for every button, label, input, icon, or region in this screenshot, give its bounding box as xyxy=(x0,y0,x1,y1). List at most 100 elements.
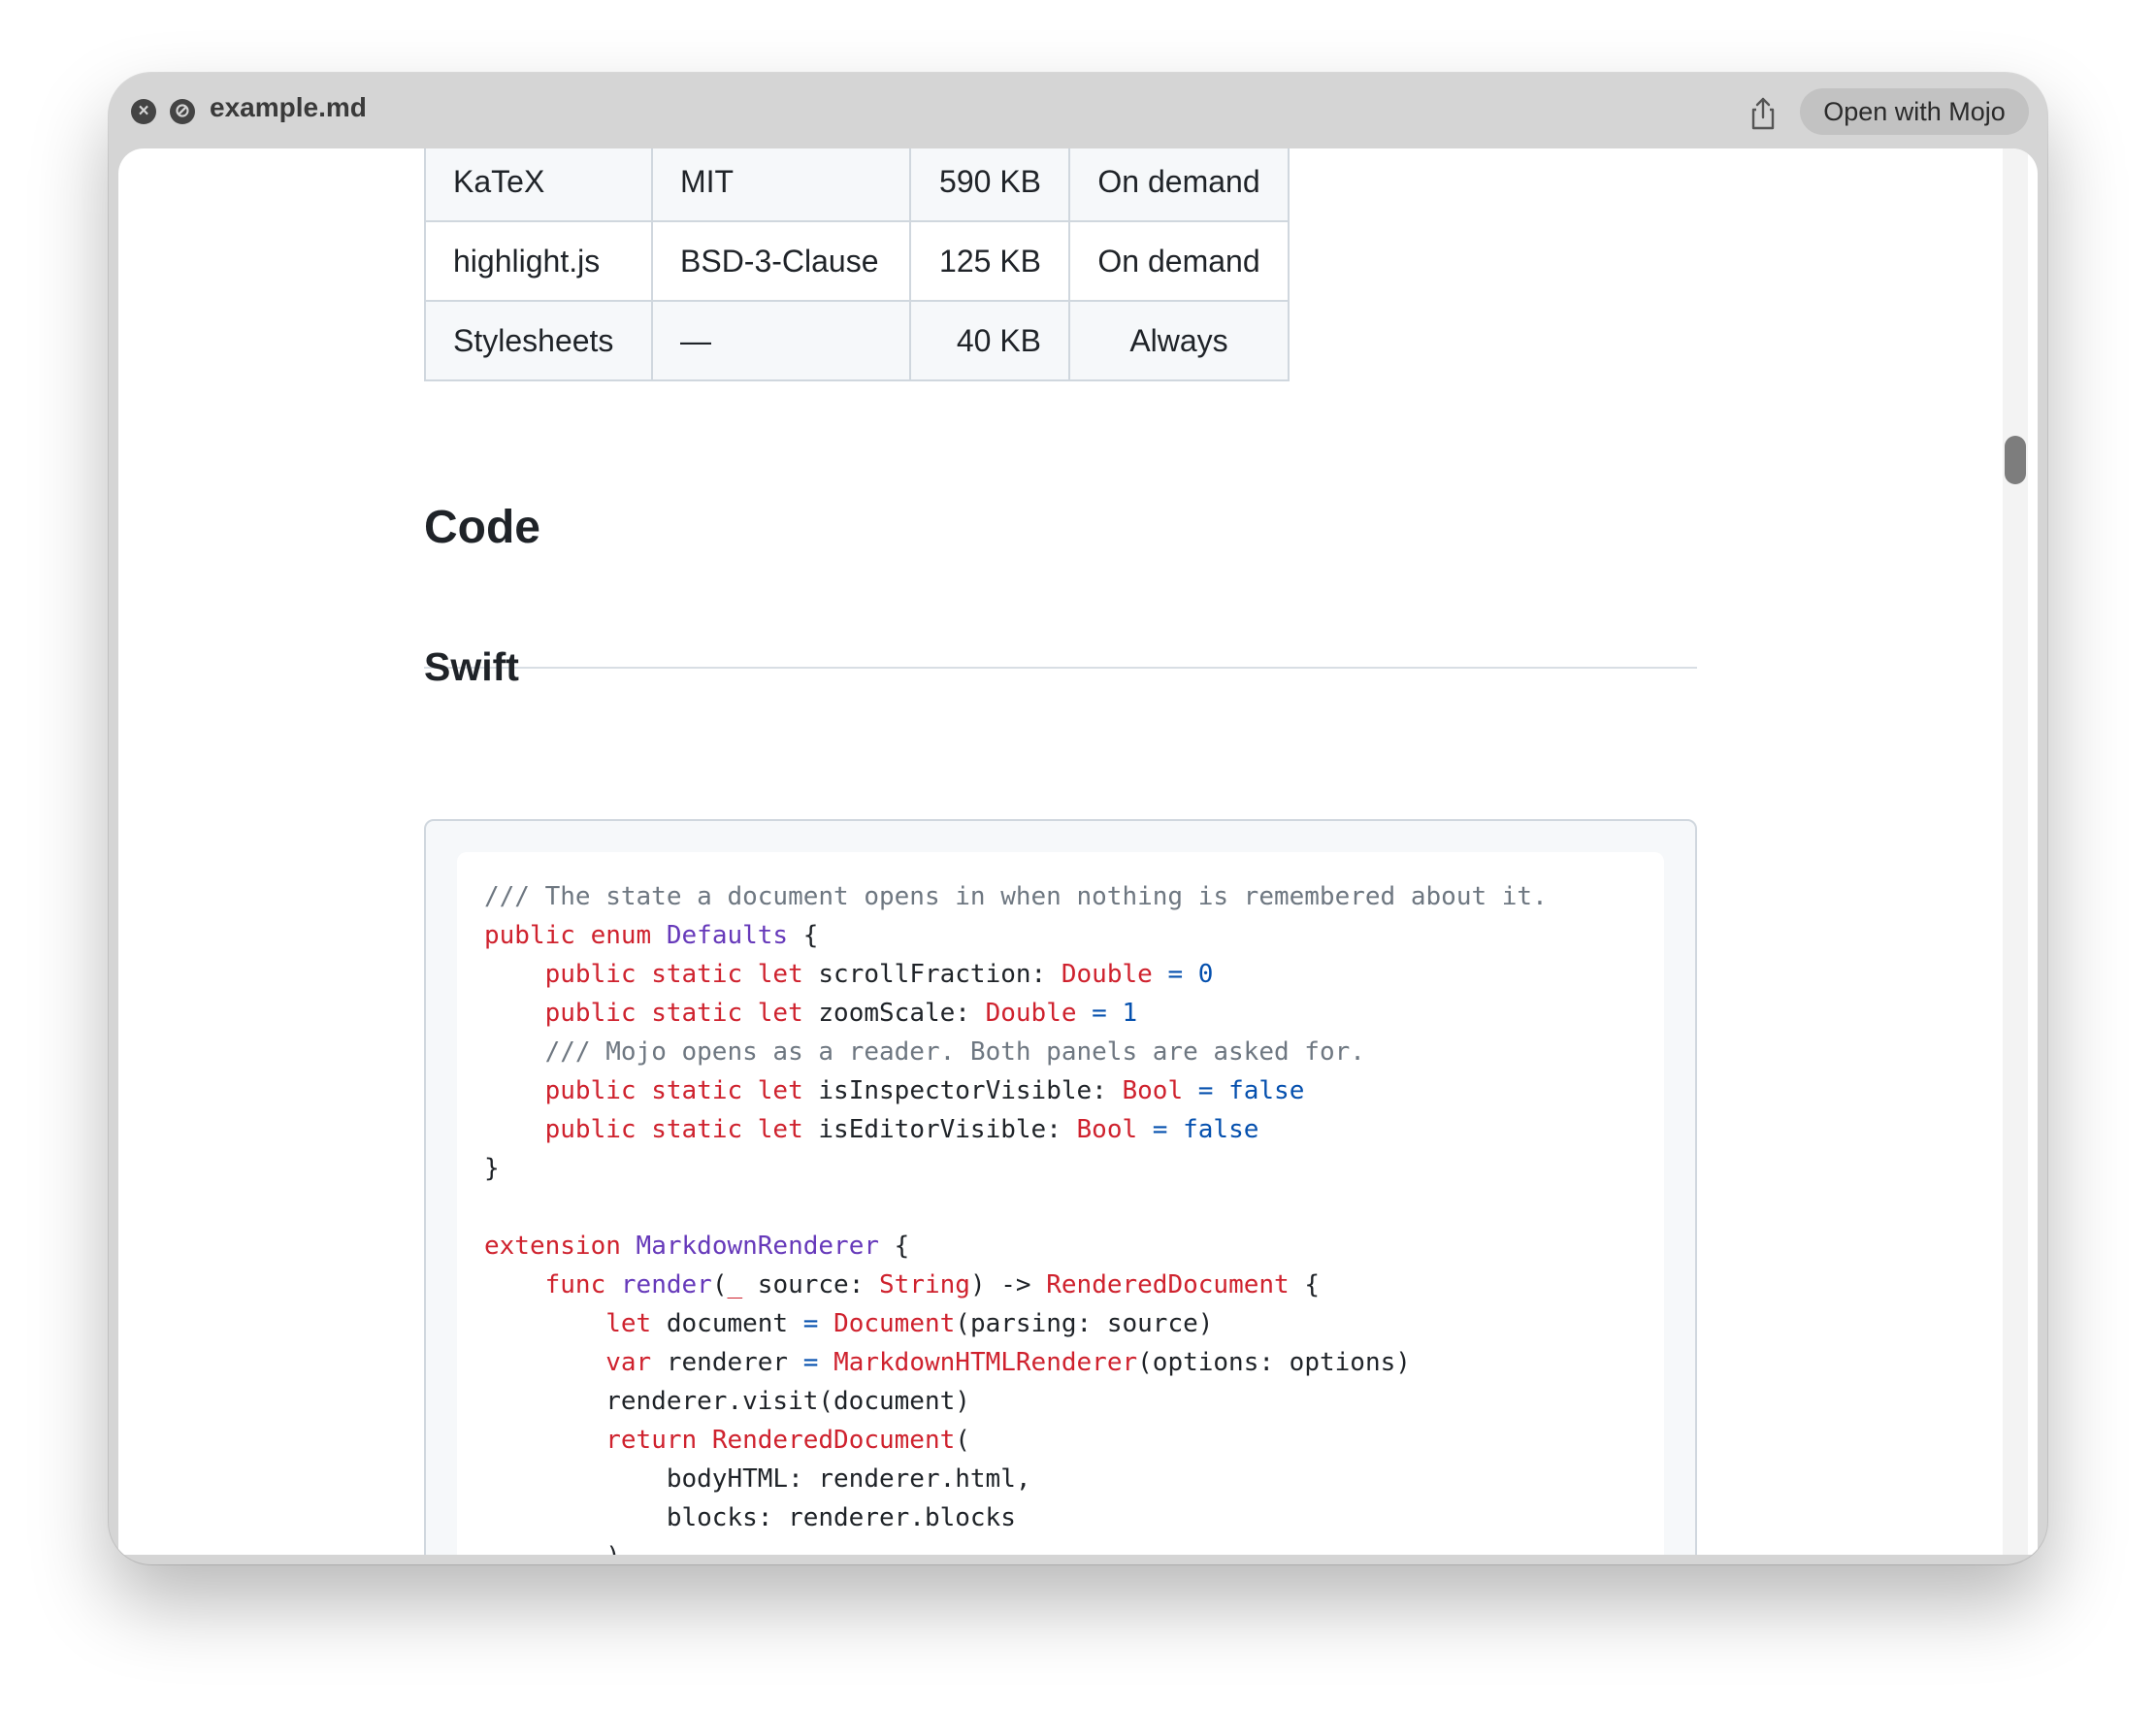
code-token: return xyxy=(605,1426,698,1455)
code-token: ( xyxy=(955,1426,970,1455)
table-cell-license: — xyxy=(651,300,911,381)
no-entry-icon[interactable]: ⊘ xyxy=(170,99,195,124)
code-line: renderer.visit(document) xyxy=(484,1382,1548,1421)
code-token: enum xyxy=(590,921,652,950)
code-token: = xyxy=(1167,960,1184,989)
code-line: public static let zoomScale: Double = 1 xyxy=(484,994,1548,1033)
heading-divider xyxy=(424,667,1697,669)
code-token: let xyxy=(757,999,803,1028)
code-token: let xyxy=(757,1115,803,1144)
share-icon[interactable] xyxy=(1744,94,1782,133)
table-cell-loading: Always xyxy=(1068,300,1290,381)
code-token: public xyxy=(484,921,575,950)
code-token: RenderedDocument xyxy=(711,1426,956,1455)
code-token: = xyxy=(1152,1115,1168,1144)
scrollbar-thumb[interactable] xyxy=(2005,436,2026,484)
code-token: _ xyxy=(727,1270,743,1299)
code-token: ( xyxy=(711,1270,728,1299)
code-token: static xyxy=(651,999,743,1028)
code-token: let xyxy=(757,1076,803,1105)
code-token: public xyxy=(544,1115,637,1144)
code-token: source: xyxy=(742,1270,880,1299)
code-line: return RenderedDocument( xyxy=(484,1421,1548,1460)
code-token: document xyxy=(651,1309,803,1338)
code-token: func xyxy=(544,1270,606,1299)
code-token: renderer xyxy=(651,1348,803,1377)
code-token: public xyxy=(544,1076,637,1105)
code-token: static xyxy=(651,1115,743,1144)
window-title: example.md xyxy=(210,92,367,122)
code-token: Bool xyxy=(1122,1076,1184,1105)
code-line: var renderer = MarkdownHTMLRenderer(opti… xyxy=(484,1343,1548,1382)
swift-code: /// The state a document opens in when n… xyxy=(484,877,1548,1555)
code-token: = xyxy=(802,1309,819,1338)
code-token: static xyxy=(651,1076,743,1105)
code-token: } xyxy=(484,1154,500,1183)
code-line: } xyxy=(484,1149,1548,1188)
code-line: let document = Document(parsing: source) xyxy=(484,1304,1548,1343)
table-cell-license: MIT xyxy=(651,148,911,222)
code-block: /// The state a document opens in when n… xyxy=(424,819,1697,1555)
code-token: var xyxy=(605,1348,652,1377)
close-icon[interactable]: × xyxy=(131,99,156,124)
code-line: /// Mojo opens as a reader. Both panels … xyxy=(484,1033,1548,1071)
code-token: /// Mojo opens as a reader. Both panels … xyxy=(544,1037,1365,1067)
code-token: { xyxy=(879,1232,910,1261)
code-token: Double xyxy=(985,999,1077,1028)
code-block-body[interactable]: /// The state a document opens in when n… xyxy=(457,852,1664,1555)
code-token: public xyxy=(544,960,637,989)
heading-swift: Swift xyxy=(424,644,519,689)
code-token: let xyxy=(605,1309,652,1338)
table-row: KaTeX MIT 590 KB On demand xyxy=(424,148,1290,222)
code-token: (options: options) xyxy=(1137,1348,1411,1377)
code-token: { xyxy=(1289,1270,1320,1299)
code-token: Defaults xyxy=(666,921,789,950)
code-line: public enum Defaults { xyxy=(484,916,1548,955)
table-cell-license: BSD-3-Clause xyxy=(651,220,911,302)
code-token: let xyxy=(757,960,803,989)
code-token: static xyxy=(651,960,743,989)
code-token: Double xyxy=(1061,960,1153,989)
table-cell-loading: On demand xyxy=(1068,148,1290,222)
code-token: renderer.visit(document) xyxy=(484,1387,970,1416)
code-token: isEditorVisible: xyxy=(802,1115,1077,1144)
code-line: ) xyxy=(484,1537,1548,1555)
code-token: MarkdownRenderer xyxy=(636,1232,879,1261)
code-token: Bool xyxy=(1076,1115,1138,1144)
code-token: zoomScale: xyxy=(802,999,986,1028)
open-with-mojo-button[interactable]: Open with Mojo xyxy=(1800,88,2029,135)
scrollbar-track[interactable] xyxy=(2003,148,2028,1555)
code-token: isInspectorVisible: xyxy=(802,1076,1123,1105)
code-token: bodyHTML: renderer.html, xyxy=(484,1464,1031,1494)
code-line: extension MarkdownRenderer { xyxy=(484,1227,1548,1266)
document-view[interactable]: KaTeX MIT 590 KB On demand highlight.js … xyxy=(118,148,2038,1555)
table-cell-size: 125 KB xyxy=(909,220,1070,302)
table-cell-name: Stylesheets xyxy=(424,300,653,381)
heading-code: Code xyxy=(424,502,540,553)
